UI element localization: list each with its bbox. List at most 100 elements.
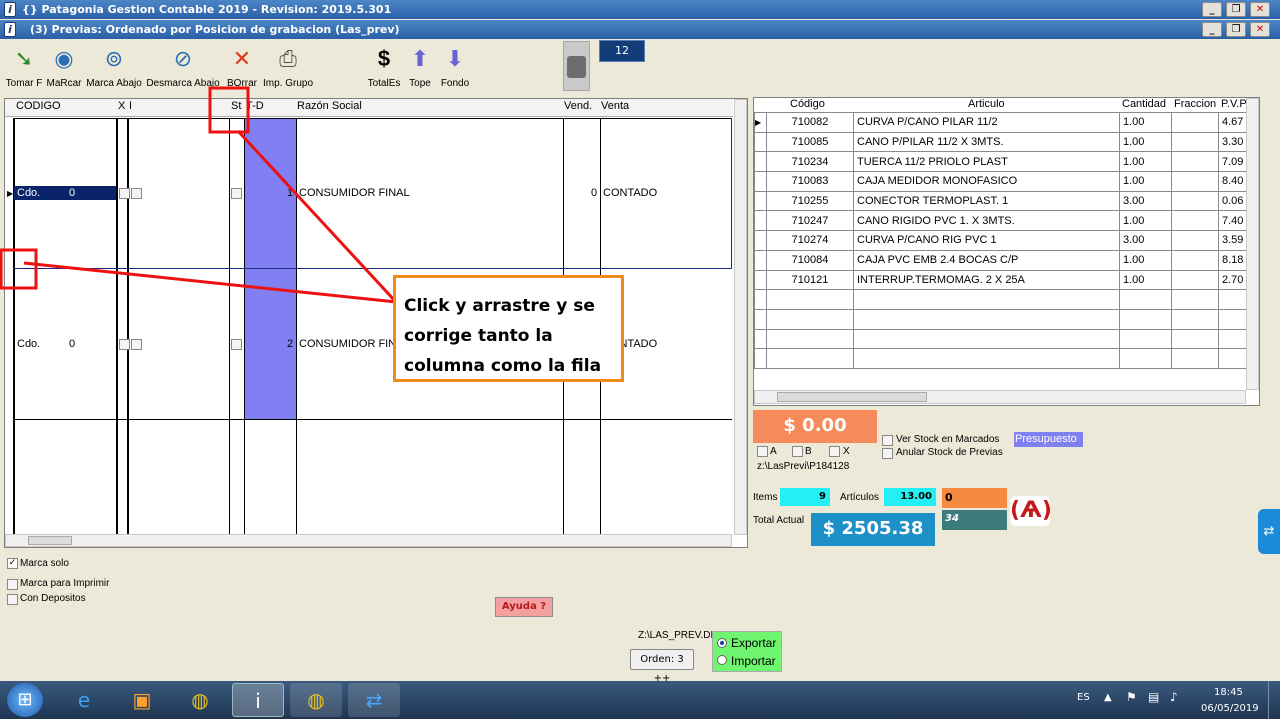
articles-horizontal-scrollbar[interactable]: [754, 390, 1246, 404]
minimize-button[interactable]: _: [1202, 2, 1222, 17]
article-codigo: 710234: [766, 151, 854, 173]
clock-time[interactable]: 18:45: [1214, 687, 1243, 698]
label-x: X: [843, 446, 850, 457]
child-minimize-button[interactable]: _: [1202, 22, 1222, 37]
article-row[interactable]: 710247 CANO RIGIDO PVC 1. X 3MTS. 1.00 7.40: [754, 210, 1248, 232]
label-b: B: [805, 446, 812, 457]
teamviewer-side-icon[interactable]: ⇄: [1258, 509, 1280, 554]
article-row[interactable]: 710274 CURVA P/CANO RIG PVC 1 3.00 3.59: [754, 230, 1248, 251]
article-pvp: 7.09: [1217, 151, 1248, 173]
article-row[interactable]: [754, 328, 1248, 350]
marca-imprimir-checkbox[interactable]: [7, 579, 18, 590]
col-header-codigo-art[interactable]: Código: [790, 98, 825, 110]
chrome-icon[interactable]: ◍: [174, 683, 226, 717]
article-row[interactable]: [754, 289, 1248, 310]
article-fraccion: [1171, 328, 1219, 350]
chrome-icon[interactable]: ◍: [290, 683, 342, 717]
row-marker: [754, 269, 767, 291]
start-button[interactable]: ⊞: [7, 683, 43, 717]
article-row[interactable]: [754, 308, 1248, 330]
col-header-cantidad[interactable]: Cantidad: [1122, 98, 1166, 110]
language-indicator[interactable]: ES: [1077, 692, 1090, 703]
checkbox-b[interactable]: [792, 446, 803, 457]
child-restore-button[interactable]: ❐: [1226, 22, 1246, 37]
row-marker: [754, 249, 767, 271]
export-path: Z:\LAS_PREV.DE: [638, 630, 718, 641]
brand-logo-icon: (Ѧ): [1010, 496, 1052, 526]
network-icon[interactable]: ▤: [1148, 690, 1159, 704]
app-task-icon[interactable]: i: [232, 683, 284, 717]
tray-arrow-icon[interactable]: ▲: [1104, 692, 1112, 703]
row-marker: [754, 230, 767, 251]
article-row[interactable]: 710121 INTERRUP.TERMOMAG. 2 X 25A 1.00 2.70: [754, 269, 1248, 291]
ver-stock-checkbox[interactable]: [882, 435, 893, 446]
row-i-checkbox[interactable]: [131, 339, 142, 350]
article-pvp: [1217, 308, 1248, 330]
col-header-pvp[interactable]: P.V.P.: [1221, 98, 1248, 110]
scroll-thumb[interactable]: [28, 536, 72, 545]
article-fraccion: [1171, 308, 1219, 330]
article-row[interactable]: 710082 CURVA P/CANO PILAR 11/2 1.00 4.67: [754, 112, 1248, 133]
article-row[interactable]: 710255 CONECTOR TERMOPLAST. 1 3.00 0.06: [754, 190, 1248, 212]
article-row[interactable]: 710084 CAJA PVC EMB 2.4 BOCAS C/P 1.00 8.18: [754, 249, 1248, 271]
article-fraccion: [1171, 190, 1219, 212]
articles-vertical-scrollbar[interactable]: [1246, 98, 1259, 390]
row-marker: [754, 112, 767, 133]
child-close-button[interactable]: ✕: [1250, 22, 1270, 37]
article-fraccion: [1171, 151, 1219, 173]
article-codigo: 710084: [766, 249, 854, 271]
orden-button[interactable]: Orden: 3 ++: [630, 649, 694, 684]
ayuda-button[interactable]: Ayuda ?: [495, 597, 553, 617]
marca-solo-checkbox[interactable]: ✓: [7, 558, 18, 569]
article-descripcion: CAJA PVC EMB 2.4 BOCAS C/P: [853, 249, 1120, 271]
teamviewer-icon[interactable]: ⇄: [348, 683, 400, 717]
volume-icon[interactable]: ♪: [1170, 690, 1178, 704]
row-drag-highlight: [0, 248, 38, 290]
anular-stock-label: Anular Stock de Previas: [896, 447, 1003, 458]
total-value: $ 2505.38: [811, 513, 935, 546]
con-depositos-checkbox[interactable]: [7, 594, 18, 605]
article-pvp: 8.18: [1217, 249, 1248, 271]
article-row[interactable]: [754, 348, 1248, 369]
row-marker: [754, 131, 767, 153]
article-cantidad: [1119, 289, 1172, 310]
restore-button[interactable]: ❐: [1226, 2, 1246, 17]
row-codigo: Cdo.: [17, 338, 41, 350]
article-descripcion: INTERRUP.TERMOMAG. 2 X 25A: [853, 269, 1120, 291]
presupuesto-badge[interactable]: Presupuesto: [1014, 432, 1083, 447]
importar-radio[interactable]: [717, 655, 727, 665]
article-fraccion: [1171, 112, 1219, 133]
article-row[interactable]: 710085 CANO P/PILAR 11/2 X 3MTS. 1.00 3.30: [754, 131, 1248, 153]
checkbox-x[interactable]: [829, 446, 840, 457]
scroll-thumb[interactable]: [777, 392, 927, 402]
article-descripcion: CONECTOR TERMOPLAST. 1: [853, 190, 1120, 212]
checkbox-a[interactable]: [757, 446, 768, 457]
row-marker: [754, 210, 767, 232]
clock-date[interactable]: 06/05/2019: [1201, 703, 1259, 714]
flag-icon[interactable]: ⚑: [1126, 690, 1137, 704]
article-cantidad: [1119, 308, 1172, 330]
article-cantidad: 1.00: [1119, 269, 1172, 291]
row-st-checkbox[interactable]: [231, 339, 242, 350]
article-fraccion: [1171, 348, 1219, 369]
media-player-icon[interactable]: ▣: [116, 683, 168, 717]
ie-icon[interactable]: e: [58, 683, 110, 717]
grid-horizontal-scrollbar[interactable]: [5, 534, 732, 547]
article-row[interactable]: 710083 CAJA MEDIDOR MONOFASICO 1.00 8.40: [754, 171, 1248, 192]
show-desktop-button[interactable]: [1268, 681, 1280, 719]
article-row[interactable]: 710234 TUERCA 11/2 PRIOLO PLAST 1.00 7.09: [754, 151, 1248, 173]
anular-stock-checkbox[interactable]: [882, 448, 893, 459]
row-x-checkbox[interactable]: [119, 339, 130, 350]
article-cantidad: 1.00: [1119, 171, 1172, 192]
column-drag-highlight: [208, 86, 250, 134]
exportar-radio[interactable]: [717, 638, 727, 648]
col-header-fraccion[interactable]: Fraccion: [1174, 98, 1216, 110]
article-fraccion: [1171, 249, 1219, 271]
article-descripcion: [853, 328, 1120, 350]
article-descripcion: [853, 289, 1120, 310]
col-header-articulo[interactable]: Articulo: [968, 98, 1005, 110]
close-button[interactable]: ✕: [1250, 2, 1270, 17]
article-descripcion: CURVA P/CANO RIG PVC 1: [853, 230, 1120, 251]
article-cantidad: 1.00: [1119, 151, 1172, 173]
article-fraccion: [1171, 131, 1219, 153]
